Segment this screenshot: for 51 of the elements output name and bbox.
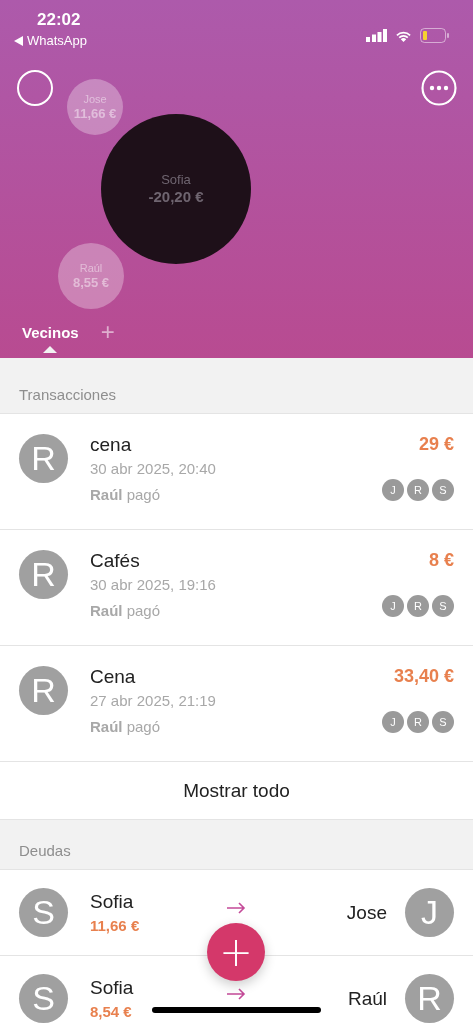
bubble-amount: 8,55 € (72, 274, 110, 291)
transaction-title: Cafés (90, 550, 141, 572)
transaction-amount: 29 € (418, 434, 454, 455)
profile-button[interactable] (17, 70, 53, 106)
participant-avatar: R (407, 711, 429, 733)
payer-label: Raúl pagó (90, 718, 162, 735)
arrow-icon (226, 902, 246, 914)
participant-avatar: S (432, 595, 454, 617)
participant-avatar: R (407, 479, 429, 501)
status-time: 22:02 (37, 10, 82, 30)
arrow-icon (226, 988, 246, 1000)
more-button[interactable] (421, 70, 457, 106)
bubble-name: Raúl (79, 261, 103, 275)
transaction-date: 30 abr 2025, 19:16 (90, 576, 217, 593)
avatar: R (405, 974, 454, 1023)
transaction-amount: 33,40 € (393, 666, 454, 687)
participant-avatar: R (407, 595, 429, 617)
participant-avatar: J (382, 711, 404, 733)
creditor-name: Raúl (347, 987, 387, 1010)
payer-label: Raúl pagó (90, 486, 162, 503)
payer-label: Raúl pagó (90, 602, 162, 619)
show-all-button[interactable]: Mostrar todo (0, 762, 473, 820)
participant-avatar: S (432, 479, 454, 501)
debt-amount: 11,66 € (90, 917, 141, 934)
debtor-name: Sofia (90, 891, 135, 913)
avatar: R (19, 666, 68, 715)
add-tab-button[interactable]: + (100, 318, 115, 350)
transaction-title: cena (90, 434, 133, 456)
debtor-name: Sofia (90, 977, 135, 999)
debt-amount: 8,54 € (90, 1003, 133, 1020)
back-icon (14, 35, 23, 46)
tab-indicator (43, 345, 58, 353)
bubble-name: Sofia (161, 172, 191, 188)
avatar: J (405, 888, 454, 937)
transaction-date: 27 abr 2025, 21:19 (90, 692, 217, 709)
creditor-name: Jose (346, 901, 387, 924)
transaction-title: Cena (90, 666, 137, 688)
avatar: S (19, 974, 68, 1023)
back-link[interactable]: WhatsApp (14, 33, 87, 48)
signal-icon (366, 28, 387, 42)
avatar: R (19, 434, 68, 483)
avatar: S (19, 888, 68, 937)
transaction-amount: 8 € (428, 550, 454, 571)
avatar: R (19, 550, 68, 599)
participant-avatar: J (382, 479, 404, 501)
participant-avatar: S (432, 711, 454, 733)
transaction-date: 30 abr 2025, 20:40 (90, 460, 217, 477)
participant-avatar: J (382, 595, 404, 617)
bubble-amount: -20,20 € (148, 187, 204, 206)
group-tab[interactable]: Vecinos (22, 323, 79, 345)
battery-icon (420, 27, 449, 43)
